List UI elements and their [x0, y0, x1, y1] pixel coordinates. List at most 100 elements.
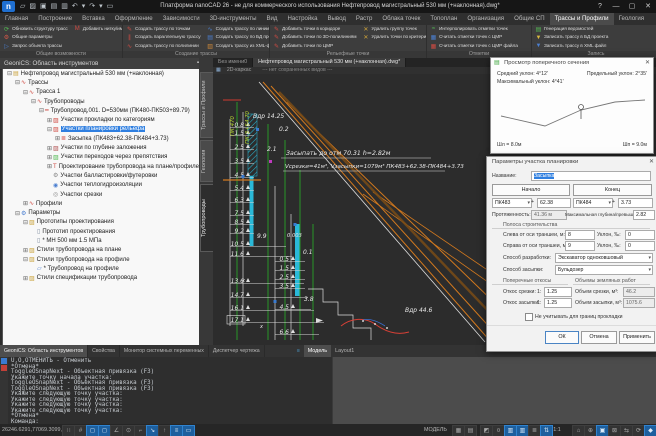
tree-item[interactable]: ▱* Трубопровод на профиле [3, 264, 200, 273]
ribbon-tab-1[interactable]: Построение [33, 13, 77, 25]
tree-item[interactable]: ▯* МН 500 мм 1.5 МПа [3, 236, 200, 245]
ribbon-button[interactable]: ▦Считать отметки точек с ЦМР [427, 34, 521, 43]
command-line[interactable]: U,О,ОТМЕНИТЬ - Отменить*Отмена*ToggleOSn… [0, 357, 332, 424]
depth-input[interactable]: 2.82 [633, 210, 655, 220]
quick-access-icon[interactable]: ↷ [87, 0, 97, 13]
right-offset-input[interactable]: 9 [565, 241, 595, 251]
quick-access-icon[interactable]: ▣ [38, 0, 49, 13]
tree-item[interactable]: ⊟⚙Параметры [3, 208, 200, 217]
quick-access-icon[interactable]: ▤ [49, 0, 60, 13]
section-marker[interactable] [579, 105, 584, 120]
tree-item[interactable]: ⊞▨Участки прокладки по категориям [3, 115, 200, 124]
dev-method-select[interactable]: Экскаватор одноковшовый▾ [555, 253, 653, 263]
fill-slope-input[interactable]: 1.25 [544, 298, 572, 308]
expander-icon[interactable]: ⊞ [46, 154, 53, 161]
ribbon-button[interactable]: ▼Записать трассу в XML файл [532, 42, 611, 51]
ok-button[interactable]: ОК [545, 331, 579, 344]
ribbon-tab-12[interactable]: Организация [462, 13, 509, 25]
tree-item[interactable]: ⊞▨Участки переходов через препятствия [3, 153, 200, 162]
tree-item[interactable]: ▯Прототип проектирования [3, 227, 200, 236]
start-button[interactable]: Начало [492, 184, 570, 196]
minimize-button[interactable]: — [608, 0, 624, 13]
ribbon-tab-13[interactable]: Общие СП [509, 13, 550, 25]
ribbon-tab-3[interactable]: Оформление [110, 13, 158, 25]
tree-item[interactable]: ⊞≣Засыпка (ПК483+62.38-ПК484+3.73) [3, 134, 200, 143]
tree-item[interactable]: ⊞∿Профили [3, 199, 200, 208]
quick-access-icon[interactable]: ▥ [59, 0, 70, 13]
expander-icon[interactable]: ⊟ [22, 219, 29, 226]
end-button[interactable]: Конец [573, 184, 652, 196]
ribbon-tab-11[interactable]: Топоплан [425, 13, 462, 25]
right-slope-input[interactable]: 0 [625, 241, 655, 251]
status-snap-icon[interactable]: ▭ [182, 425, 195, 436]
ribbon-button[interactable]: ✎Создать трассу по точкам [123, 25, 204, 34]
ribbon-button[interactable]: ✕Удалить точки по критериям [359, 34, 427, 43]
tree-item[interactable]: ⊞▨Стили трубопровода на плане [3, 246, 200, 255]
tree-item[interactable]: ⊞ТПроектирование трубопровода на плане/п… [3, 162, 200, 171]
fill-method-select[interactable]: Бульдозер▾ [555, 265, 653, 275]
ribbon-tab-9[interactable]: Растр [351, 13, 377, 25]
tree-item[interactable]: ⚙Участки балластировки/футеровки [3, 171, 200, 180]
expander-icon[interactable]: ⊞ [46, 163, 53, 170]
maximize-button[interactable]: ▢ [624, 0, 640, 13]
palette-tab[interactable]: Трассы и Профили [200, 72, 214, 138]
expander-icon[interactable]: ⊞ [54, 135, 61, 142]
expander-icon[interactable]: ⊞ [22, 275, 29, 282]
ribbon-button[interactable]: ▥Создать трассу из XML-файла [204, 42, 270, 51]
expander-icon[interactable]: ⊞ [46, 145, 53, 152]
expander-icon[interactable]: ⊞ [22, 247, 29, 254]
end-offset-input[interactable]: 3.73 [618, 198, 653, 208]
pk-start-select[interactable]: ПК483▾ [492, 198, 532, 208]
layout-tab[interactable]: Модель [304, 345, 331, 357]
layout-tab[interactable]: Layout1 [331, 345, 358, 357]
bottom-tab[interactable]: Свойства [88, 345, 120, 357]
tool-palette-header[interactable]: GeoniCS: Область инструментов ▪ ✕ [0, 58, 213, 69]
expander-icon[interactable]: ⊟ [38, 107, 45, 114]
ribbon-tab-5[interactable]: 3D-инструменты [205, 13, 262, 25]
visual-style-dropdown[interactable]: 2D-каркас [224, 67, 254, 74]
ribbon-button[interactable]: ✎Добавить точки в коридоре [270, 25, 359, 34]
ribbon-button[interactable]: ▤Создать трассу по БД проекта [204, 34, 270, 43]
expander-icon[interactable]: ⊟ [6, 70, 13, 77]
tree-item[interactable]: ⊟▤Нефтепровод магистральный 530 мм (+нак… [3, 69, 200, 78]
tree-item[interactable]: ⊟∿Трубопроводы [3, 97, 200, 106]
pk-end-select[interactable]: ПК484▾ [573, 198, 613, 208]
left-offset-input[interactable]: 8 [565, 230, 595, 240]
tree-item[interactable]: ⊟∿Трассы [3, 78, 200, 87]
tree-item[interactable]: ⊞▨Участки по глубине заложения [3, 143, 200, 152]
ribbon-tab-6[interactable]: Вид [261, 13, 282, 25]
ribbon-button[interactable]: ⟳Обновить структуру трасс [0, 25, 71, 34]
expander-icon[interactable]: ⊟ [22, 256, 29, 263]
expander-icon[interactable]: ⊟ [46, 126, 53, 133]
tree-item[interactable]: ◉Участки теплогидроизоляции [3, 181, 200, 190]
document-tab[interactable]: Без имени0 [213, 58, 253, 67]
quick-access-icon[interactable]: ▭ [105, 0, 116, 13]
apply-button[interactable]: Применить [619, 331, 655, 344]
close-button[interactable]: ✕ [640, 0, 656, 13]
tree-item[interactable]: ⊟▨Прототипы проектирования [3, 218, 200, 227]
model-space-label[interactable]: МОДЕЛЬ [424, 424, 447, 436]
bottom-tab[interactable]: Монитор системных переменных [120, 345, 209, 357]
status-toggle-icon[interactable]: ⇅ [540, 425, 553, 436]
status-tool-icon[interactable]: ◆ [644, 425, 656, 436]
tree-item[interactable]: ⊟━Трубопровод,001. D=530мм (ПК480-ПК503+… [3, 106, 200, 115]
ribbon-tab-2[interactable]: Вставка [77, 13, 110, 25]
params-close-icon[interactable]: ✕ [649, 157, 654, 168]
tree-item[interactable]: ⊟▨Стили трубопровода на профиле [3, 255, 200, 264]
ribbon-button[interactable]: ∿Создать трассу по линии профиля [204, 25, 270, 34]
selection-bar[interactable] [250, 176, 254, 246]
tree-item[interactable]: ◎Участки срезки [3, 190, 200, 199]
ribbon-tab-10[interactable]: Облака точек [377, 13, 425, 25]
layout-list-icon[interactable]: ≡ [293, 345, 304, 357]
quick-access-icon[interactable]: ↶ [70, 0, 80, 13]
cancel-button[interactable]: Отмена [581, 331, 617, 344]
expander-icon[interactable]: ⊞ [46, 117, 53, 124]
tree-item[interactable]: ⊟▨Участки планировки рельефа [3, 125, 200, 134]
ribbon-tab-0[interactable]: Главная [0, 13, 33, 25]
status-model-icon[interactable]: ▤ [464, 425, 477, 436]
saved-views-dropdown[interactable]: --- нет сохраненных видов --- [254, 67, 340, 74]
tree-item[interactable]: ⊞▨Стили спецификации трубопровода [3, 274, 200, 283]
name-input[interactable]: Засыпка [531, 171, 651, 181]
ribbon-tab-8[interactable]: Вывод [322, 13, 350, 25]
expander-icon[interactable]: ⊟ [30, 98, 37, 105]
